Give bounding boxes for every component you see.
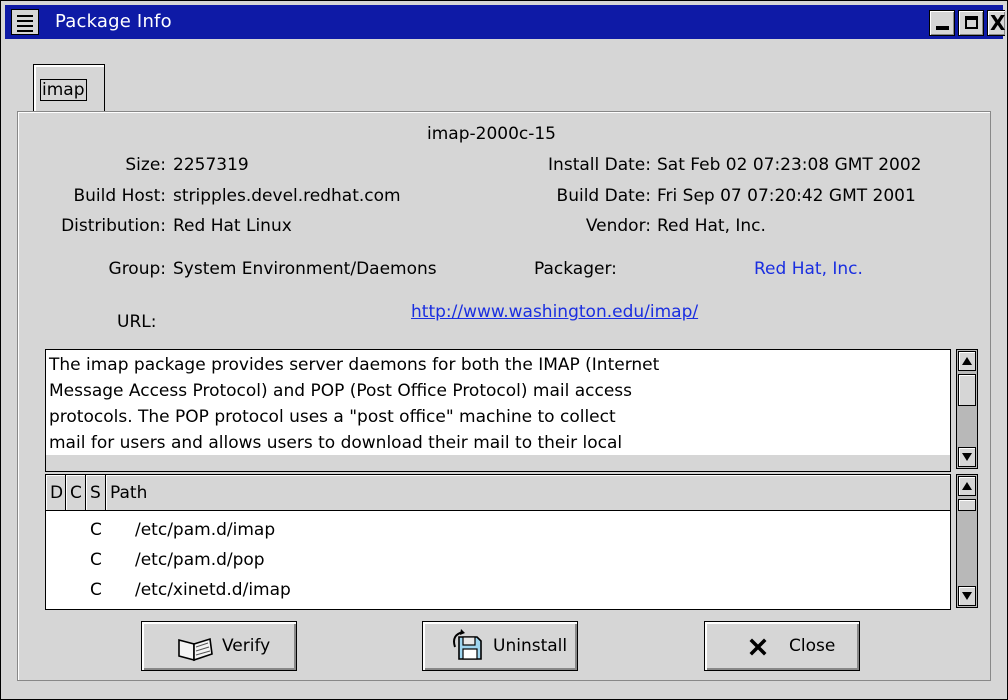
description-text: The imap package provides server daemons… <box>49 355 660 453</box>
url-link[interactable]: http://www.washington.edu/imap/ <box>411 302 698 322</box>
column-header-d[interactable]: D <box>46 475 66 511</box>
distribution-label: Distribution: <box>61 216 166 236</box>
window-title: Package Info <box>55 11 172 32</box>
scroll-down-arrow-icon[interactable] <box>958 447 976 467</box>
package-name: imap-2000c-15 <box>427 124 557 144</box>
row-c: C <box>90 520 102 540</box>
file-list[interactable]: D C S Path C /etc/pam.d/imap C /etc/pam.… <box>45 474 951 610</box>
scrollbar-thumb[interactable] <box>958 499 976 511</box>
size-value: 2257319 <box>173 155 249 175</box>
vendor-value: Red Hat, Inc. <box>657 216 766 236</box>
verify-button[interactable]: Verify <box>141 621 297 671</box>
row-c: C <box>90 580 102 600</box>
tab-imap[interactable]: imap <box>33 64 105 113</box>
file-list-scrollbar[interactable] <box>956 474 978 608</box>
window-menu-icon[interactable] <box>11 9 39 35</box>
table-row[interactable]: C /etc/pam.d/imap <box>46 515 950 545</box>
maximize-icon <box>965 16 978 29</box>
close-label: Close <box>789 636 836 656</box>
tab-imap-label: imap <box>40 79 87 101</box>
column-header-c[interactable]: C <box>66 475 86 511</box>
row-path: /etc/pam.d/imap <box>135 520 276 540</box>
install-date-label: Install Date: <box>548 155 651 175</box>
distribution-value: Red Hat Linux <box>173 216 292 236</box>
table-row[interactable]: C /etc/xinetd.d/imap <box>46 575 950 605</box>
book-icon <box>178 637 213 662</box>
description-scrollbar[interactable] <box>956 349 978 469</box>
description-box[interactable]: The imap package provides server daemons… <box>45 349 951 457</box>
row-path: /etc/pam.d/pop <box>135 550 265 570</box>
scrollbar-thumb[interactable] <box>958 374 976 406</box>
verify-label: Verify <box>222 636 271 656</box>
packager-value[interactable]: Red Hat, Inc. <box>754 259 863 279</box>
title-bar[interactable]: Package Info X <box>5 5 1005 39</box>
build-host-value: stripples.devel.redhat.com <box>173 186 401 206</box>
row-path: /etc/xinetd.d/imap <box>135 580 291 600</box>
uninstall-package-icon <box>453 629 482 660</box>
minimize-button[interactable] <box>929 10 955 36</box>
description-bottom-edge <box>45 455 951 472</box>
group-label: Group: <box>108 259 166 279</box>
table-row[interactable]: C /etc/pam.d/pop <box>46 545 950 575</box>
maximize-button[interactable] <box>958 10 984 36</box>
url-label: URL: <box>117 312 157 332</box>
close-x-icon <box>749 638 767 656</box>
scroll-up-arrow-icon[interactable] <box>958 351 976 371</box>
group-value: System Environment/Daemons <box>173 259 437 279</box>
row-c: C <box>90 550 102 570</box>
scroll-down-arrow-icon[interactable] <box>958 586 976 606</box>
column-header-s[interactable]: S <box>86 475 106 511</box>
vendor-label: Vendor: <box>585 216 651 236</box>
build-date-value: Fri Sep 07 07:20:42 GMT 2001 <box>657 186 916 206</box>
packager-label: Packager: <box>534 259 617 279</box>
close-button[interactable]: Close <box>704 621 860 671</box>
build-host-label: Build Host: <box>73 186 166 206</box>
uninstall-label: Uninstall <box>493 636 568 656</box>
column-header-path[interactable]: Path <box>106 475 950 511</box>
minimize-icon <box>936 26 949 30</box>
close-icon: X <box>990 11 1006 35</box>
install-date-value: Sat Feb 02 07:23:08 GMT 2002 <box>657 155 922 175</box>
size-label: Size: <box>125 155 166 175</box>
uninstall-button[interactable]: Uninstall <box>422 621 578 671</box>
scroll-up-arrow-icon[interactable] <box>958 476 976 496</box>
build-date-label: Build Date: <box>556 186 651 206</box>
close-window-button[interactable]: X <box>987 10 1005 36</box>
package-info-window: Package Info X imap imap-2000c-15 Size: … <box>0 0 1008 700</box>
